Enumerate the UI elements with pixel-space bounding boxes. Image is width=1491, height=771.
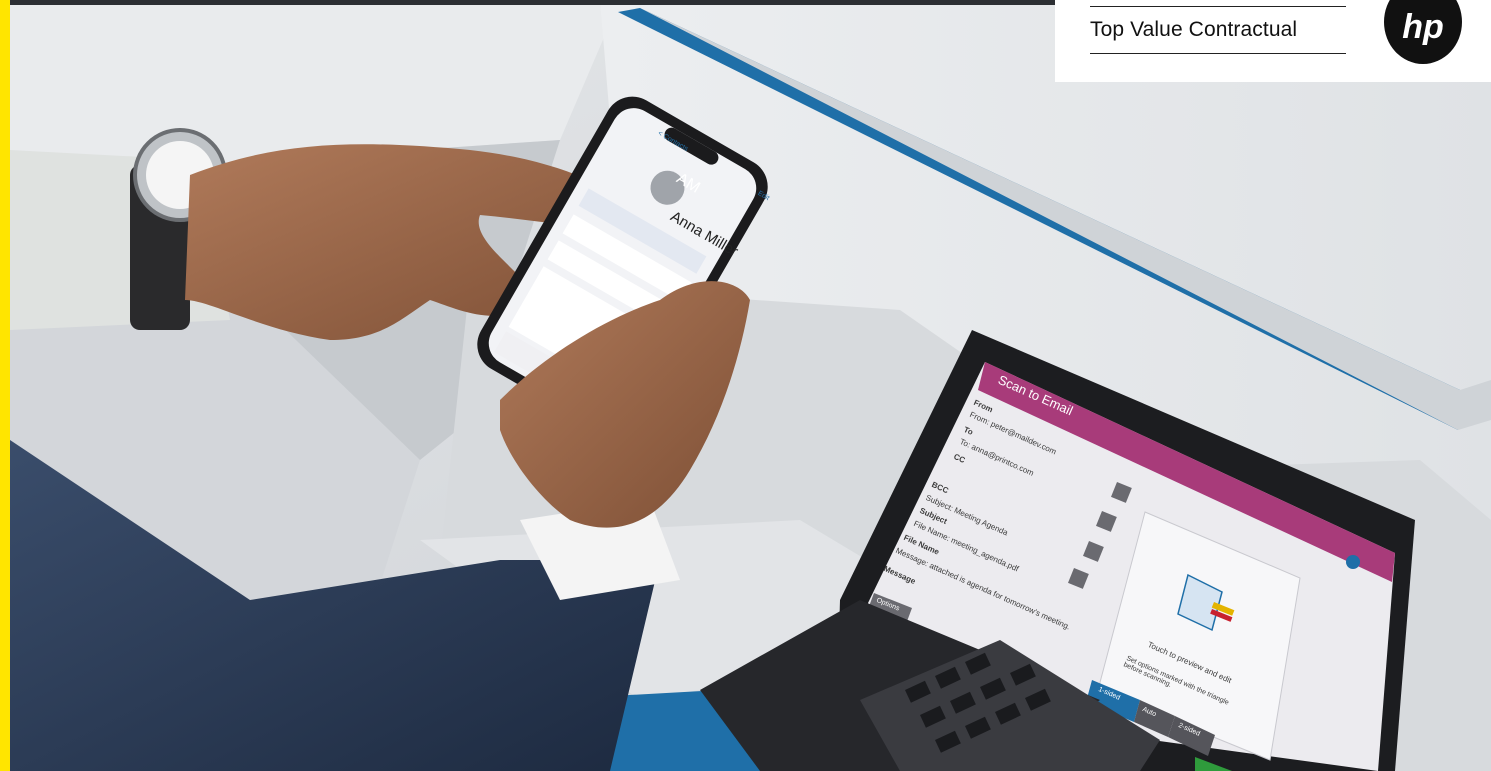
hp-logo-icon: hp	[1384, 0, 1462, 64]
brand-rule-bottom	[1090, 53, 1346, 54]
scene-illustration	[0, 0, 1491, 771]
svg-text:hp: hp	[1402, 8, 1444, 46]
brand-tagline: Top Value Contractual	[1090, 18, 1298, 41]
photo-scene: AM Anna Miller < Contacts Edit Scan to E…	[0, 0, 1491, 771]
accent-bar	[0, 0, 10, 771]
brand-rule-top	[1090, 6, 1346, 7]
